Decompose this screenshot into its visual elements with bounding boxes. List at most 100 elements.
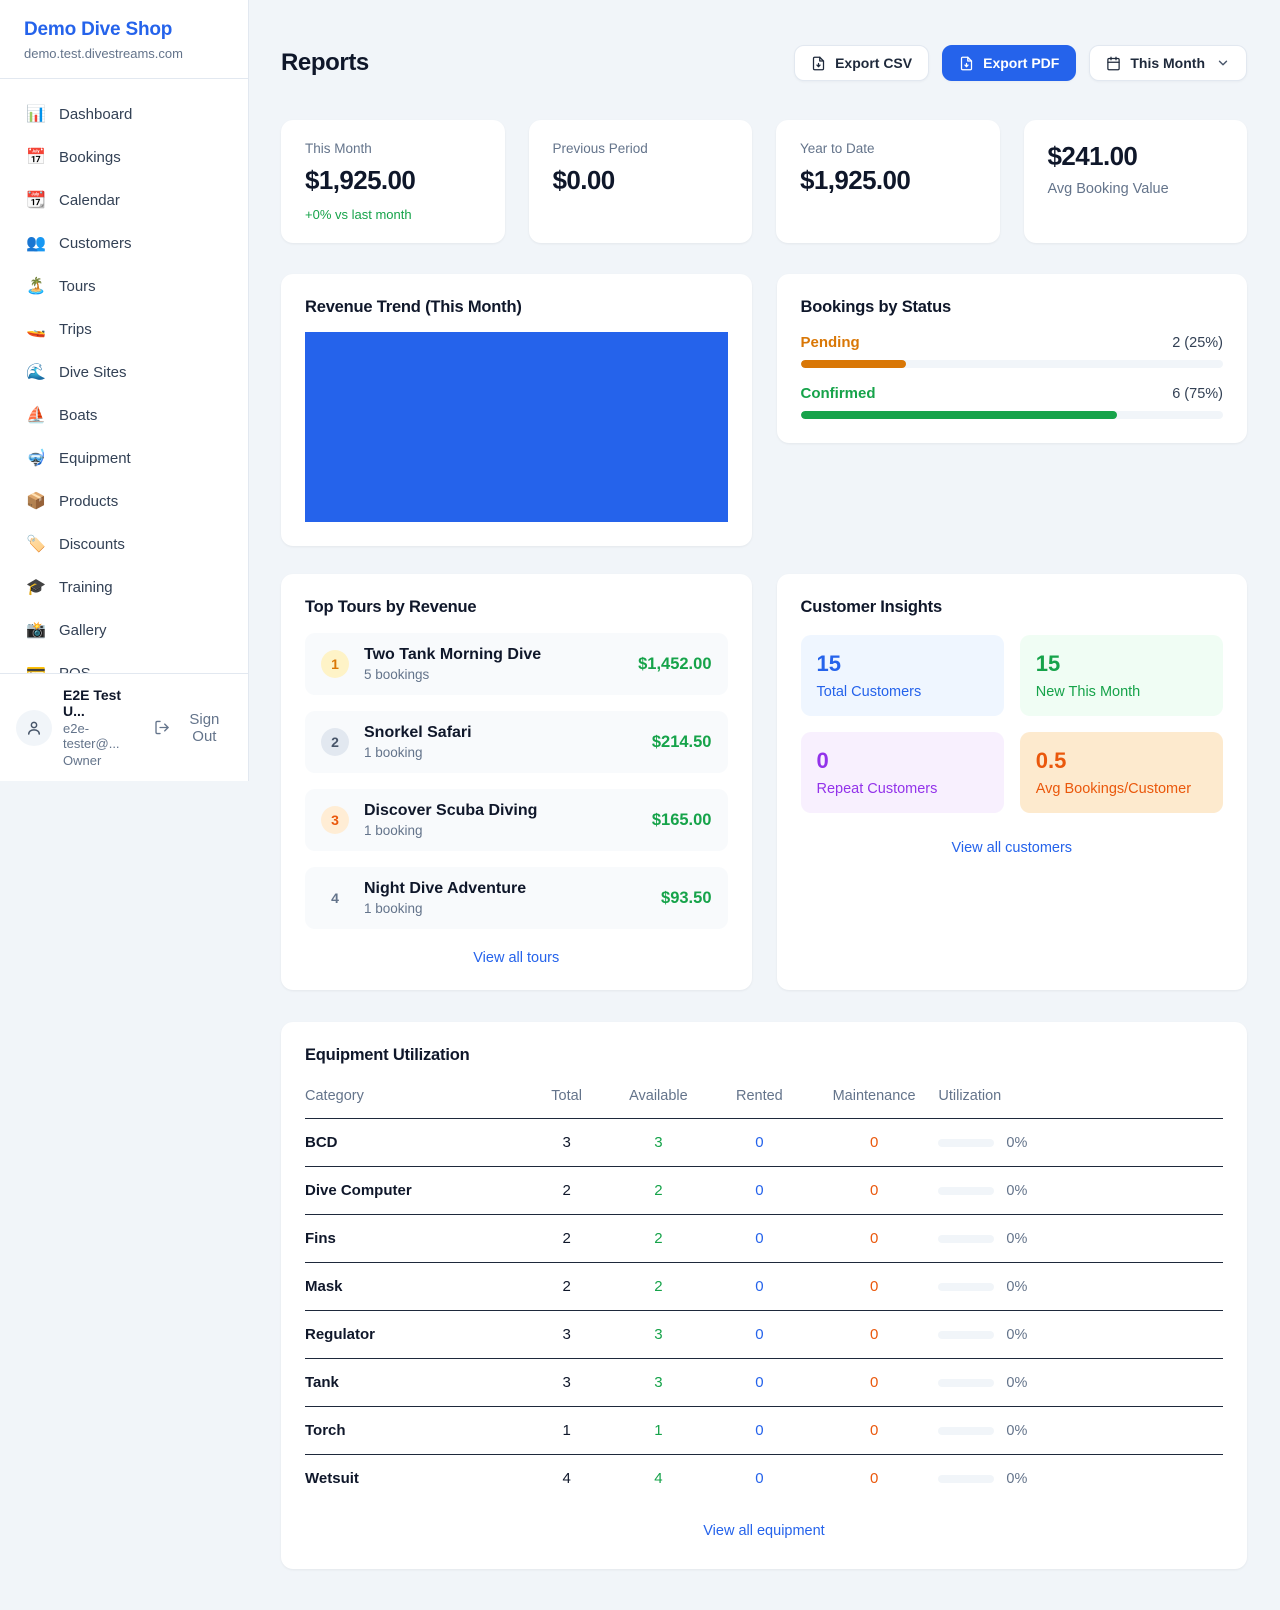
avatar xyxy=(16,710,52,746)
tour-row: 1 Two Tank Morning Dive 5 bookings $1,45… xyxy=(305,633,728,695)
period-dropdown[interactable]: This Month xyxy=(1089,45,1247,81)
sidebar-item-dashboard[interactable]: 📊 Dashboard xyxy=(14,93,234,136)
sidebar-item-pos[interactable]: 💳 POS xyxy=(14,652,234,673)
sidebar-item-customers[interactable]: 👥 Customers xyxy=(14,222,234,265)
status-row-confirmed: Confirmed 6 (75%) xyxy=(801,385,1224,419)
calendar-icon: 📆 xyxy=(26,193,46,209)
sign-out-button[interactable]: Sign Out xyxy=(154,711,232,745)
sidebar-item-gallery[interactable]: 📸 Gallery xyxy=(14,609,234,652)
cell-available: 4 xyxy=(608,1455,709,1503)
tile-number: 0.5 xyxy=(1036,748,1207,774)
sidebar-item-training[interactable]: 🎓 Training xyxy=(14,566,234,609)
cell-total: 3 xyxy=(525,1311,608,1359)
file-download-icon xyxy=(959,56,974,71)
tile-number: 0 xyxy=(817,748,988,774)
shop-name: Demo Dive Shop xyxy=(24,19,224,41)
utilization-text: 0% xyxy=(1006,1327,1027,1343)
sidebar-item-label: Customers xyxy=(59,235,132,252)
utilization-text: 0% xyxy=(1006,1135,1027,1151)
cell-category: Wetsuit xyxy=(305,1455,525,1503)
cell-available: 3 xyxy=(608,1311,709,1359)
cell-rented: 0 xyxy=(709,1119,810,1167)
stat-label: This Month xyxy=(305,141,481,156)
stat-label: Avg Booking Value xyxy=(1048,181,1224,197)
tour-amount: $93.50 xyxy=(661,889,711,908)
sidebar-header: Demo Dive Shop demo.test.divestreams.com xyxy=(0,0,248,79)
tag-icon: 🏷️ xyxy=(26,537,46,553)
package-icon: 📦 xyxy=(26,494,46,510)
cell-category: Fins xyxy=(305,1215,525,1263)
view-all-equipment-link[interactable]: View all equipment xyxy=(305,1523,1223,1539)
cell-category: Mask xyxy=(305,1263,525,1311)
table-row: Fins 2 2 0 0 0% xyxy=(305,1215,1223,1263)
equipment-utilization-title: Equipment Utilization xyxy=(305,1046,1223,1065)
progress-fill-confirmed xyxy=(801,411,1118,419)
sidebar-item-tours[interactable]: 🏝️ Tours xyxy=(14,265,234,308)
col-category: Category xyxy=(305,1078,525,1119)
cell-maintenance: 0 xyxy=(810,1455,939,1503)
sidebar-item-label: Tours xyxy=(59,278,96,295)
tile-number: 15 xyxy=(817,651,988,677)
rank-badge: 4 xyxy=(321,884,349,912)
utilization-text: 0% xyxy=(1006,1423,1027,1439)
table-row: Dive Computer 2 2 0 0 0% xyxy=(305,1167,1223,1215)
sidebar-item-label: Trips xyxy=(59,321,92,338)
cell-total: 2 xyxy=(525,1263,608,1311)
table-row: Regulator 3 3 0 0 0% xyxy=(305,1311,1223,1359)
sidebar-item-dive-sites[interactable]: 🌊 Dive Sites xyxy=(14,351,234,394)
col-total: Total xyxy=(525,1078,608,1119)
stat-card-previous-period: Previous Period $0.00 xyxy=(529,120,753,243)
customer-insights-card: Customer Insights 15 Total Customers 15 … xyxy=(777,574,1248,990)
export-pdf-button[interactable]: Export PDF xyxy=(942,45,1076,81)
logout-icon xyxy=(154,719,170,736)
tour-row: 4 Night Dive Adventure 1 booking $93.50 xyxy=(305,867,728,929)
sidebar-item-discounts[interactable]: 🏷️ Discounts xyxy=(14,523,234,566)
stats-grid: This Month $1,925.00 +0% vs last month P… xyxy=(281,120,1247,243)
sidebar-item-label: Equipment xyxy=(59,450,131,467)
col-available: Available xyxy=(608,1078,709,1119)
tour-row: 2 Snorkel Safari 1 booking $214.50 xyxy=(305,711,728,773)
utilization-track xyxy=(938,1139,994,1147)
period-label: This Month xyxy=(1130,55,1205,71)
cell-maintenance: 0 xyxy=(810,1215,939,1263)
sidebar-item-label: Products xyxy=(59,493,118,510)
sidebar-item-boats[interactable]: ⛵ Boats xyxy=(14,394,234,437)
sidebar-item-calendar[interactable]: 📆 Calendar xyxy=(14,179,234,222)
tile-label: Avg Bookings/Customer xyxy=(1036,781,1207,797)
cell-available: 1 xyxy=(608,1407,709,1455)
status-value: 6 (75%) xyxy=(1172,386,1223,402)
sidebar: Demo Dive Shop demo.test.divestreams.com… xyxy=(0,0,249,781)
tour-name: Two Tank Morning Dive xyxy=(364,646,541,664)
island-icon: 🏝️ xyxy=(26,279,46,295)
cell-rented: 0 xyxy=(709,1263,810,1311)
table-row: BCD 3 3 0 0 0% xyxy=(305,1119,1223,1167)
stat-card-this-month: This Month $1,925.00 +0% vs last month xyxy=(281,120,505,243)
utilization-track xyxy=(938,1283,994,1291)
tile-new-this-month: 15 New This Month xyxy=(1020,635,1223,716)
view-all-customers-link[interactable]: View all customers xyxy=(801,840,1224,856)
sidebar-item-products[interactable]: 📦 Products xyxy=(14,480,234,523)
progress-track xyxy=(801,360,1224,368)
rank-badge: 2 xyxy=(321,728,349,756)
rank-badge: 1 xyxy=(321,650,349,678)
utilization-text: 0% xyxy=(1006,1375,1027,1391)
col-utilization: Utilization xyxy=(938,1078,1223,1119)
export-pdf-label: Export PDF xyxy=(983,55,1059,71)
sidebar-item-label: Dashboard xyxy=(59,106,132,123)
sidebar-item-trips[interactable]: 🚤 Trips xyxy=(14,308,234,351)
tour-name: Snorkel Safari xyxy=(364,724,472,742)
sidebar-item-bookings[interactable]: 📅 Bookings xyxy=(14,136,234,179)
utilization-text: 0% xyxy=(1006,1279,1027,1295)
user-info: E2E Test U... e2e-tester@... Owner xyxy=(63,687,143,768)
graduation-cap-icon: 🎓 xyxy=(26,580,46,596)
file-download-icon xyxy=(811,56,826,71)
sidebar-item-equipment[interactable]: 🤿 Equipment xyxy=(14,437,234,480)
progress-track xyxy=(801,411,1224,419)
tour-bookings: 1 booking xyxy=(364,823,537,838)
stat-delta: +0% vs last month xyxy=(305,207,481,222)
export-csv-button[interactable]: Export CSV xyxy=(794,45,929,81)
view-all-tours-link[interactable]: View all tours xyxy=(305,950,728,966)
tile-label: Total Customers xyxy=(817,684,988,700)
sidebar-item-label: POS xyxy=(59,665,91,673)
table-row: Torch 1 1 0 0 0% xyxy=(305,1407,1223,1455)
